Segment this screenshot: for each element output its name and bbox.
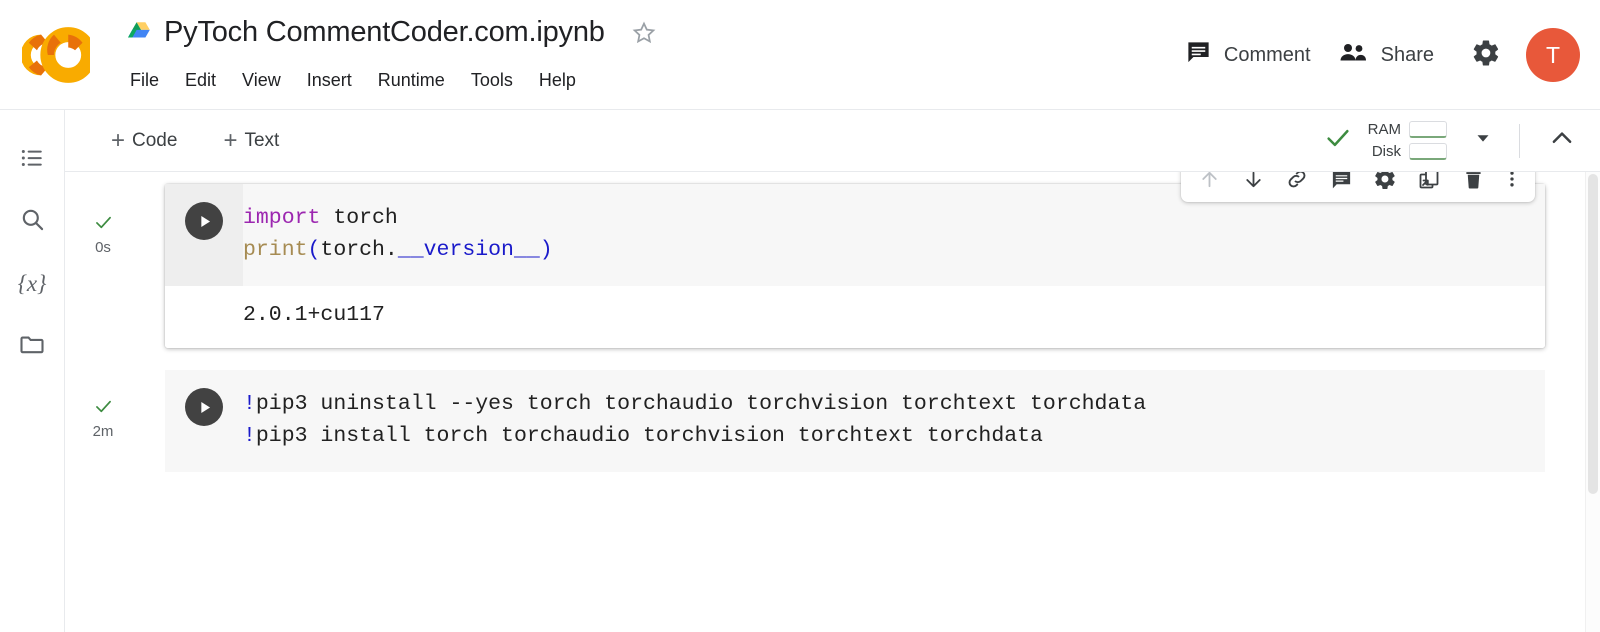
code-token: torch	[320, 206, 398, 230]
cell-wrapper-1: 0s import torch print(torch.__version__)…	[65, 172, 1600, 348]
code-token: __version__	[397, 238, 540, 262]
sidebar-item-files[interactable]	[8, 322, 56, 370]
code-token: import	[243, 206, 321, 230]
people-icon	[1339, 39, 1369, 72]
variables-icon: {x}	[17, 271, 47, 296]
document-title-row: PyToch CommentCoder.com.ipynb	[128, 16, 657, 49]
checkmark-icon	[1323, 123, 1353, 158]
move-cell-down-button[interactable]	[1231, 172, 1275, 198]
chevron-down-icon	[1472, 127, 1494, 154]
add-code-cell-button[interactable]: + Code	[99, 124, 189, 158]
run-cell-button-2[interactable]	[185, 388, 223, 426]
menu-item-edit[interactable]: Edit	[172, 68, 229, 93]
comment-button[interactable]: Comment	[1171, 33, 1325, 78]
checkmark-icon	[81, 212, 125, 237]
cell-code-area-2: !pip3 uninstall --yes torch torchaudio t…	[165, 370, 1545, 472]
ram-meter-row: RAM	[1365, 121, 1447, 138]
move-cell-up-button[interactable]	[1187, 172, 1231, 198]
toolbar-right-group: RAM Disk	[1313, 117, 1600, 164]
drive-icon	[128, 21, 154, 45]
header-actions: Comment Share T	[1171, 28, 1580, 82]
cell-source-2[interactable]: !pip3 uninstall --yes torch torchaudio t…	[243, 370, 1545, 472]
menu-item-insert[interactable]: Insert	[294, 68, 365, 93]
menu-item-file[interactable]: File	[117, 68, 172, 93]
sidebar-item-find-and-replace[interactable]	[8, 198, 56, 246]
code-token: !	[243, 424, 256, 448]
app-header: PyToch CommentCoder.com.ipynb File Edit …	[0, 0, 1600, 110]
add-text-label: Text	[244, 129, 280, 151]
add-code-label: Code	[132, 129, 178, 151]
ram-meter-bar	[1409, 121, 1447, 138]
disk-meter-row: Disk	[1365, 143, 1447, 160]
sidebar-item-variables[interactable]: {x}	[8, 260, 56, 308]
notebook-body: 0s import torch print(torch.__version__)…	[65, 172, 1600, 632]
plus-icon: +	[111, 126, 126, 154]
colab-logo[interactable]	[20, 25, 97, 85]
star-icon[interactable]	[615, 20, 657, 46]
comment-icon	[1185, 39, 1212, 72]
folder-icon	[18, 330, 46, 363]
cell-duration-1: 0s	[95, 239, 111, 256]
comment-label: Comment	[1223, 43, 1311, 66]
copy-link-to-cell-button[interactable]	[1275, 172, 1319, 198]
share-button[interactable]: Share	[1325, 33, 1448, 78]
menu-item-tools[interactable]: Tools	[458, 68, 526, 93]
cell-run-strip-2	[165, 370, 243, 472]
gear-icon	[1471, 38, 1501, 73]
search-icon	[19, 206, 46, 238]
cell-settings-button[interactable]	[1363, 172, 1407, 198]
code-token: !	[243, 392, 256, 416]
share-label: Share	[1380, 43, 1434, 66]
runtime-menu-dropdown-button[interactable]	[1463, 121, 1503, 161]
runtime-resources-indicator[interactable]: RAM Disk	[1313, 117, 1457, 164]
add-text-cell-button[interactable]: + Text	[211, 124, 291, 158]
cell-run-strip-1	[165, 184, 243, 286]
resource-meters: RAM Disk	[1365, 121, 1447, 160]
more-cell-actions-button[interactable]	[1495, 172, 1529, 198]
run-cell-button-1[interactable]	[185, 202, 223, 240]
disk-meter-bar	[1409, 143, 1447, 160]
delete-cell-button[interactable]	[1451, 172, 1495, 198]
play-icon	[195, 398, 214, 417]
mirror-cell-in-tab-button[interactable]	[1407, 172, 1451, 198]
disk-label: Disk	[1371, 143, 1401, 160]
menu-bar: File Edit View Insert Runtime Tools Help	[117, 68, 589, 93]
add-comment-button[interactable]	[1319, 172, 1363, 198]
list-icon	[19, 145, 45, 176]
code-token: )	[539, 238, 553, 262]
collapse-header-button[interactable]	[1542, 121, 1582, 161]
scrollbar-thumb[interactable]	[1588, 174, 1598, 494]
code-token: torch.	[320, 238, 398, 262]
ram-label: RAM	[1367, 121, 1401, 138]
vertical-scrollbar[interactable]	[1585, 172, 1600, 632]
sidebar-item-table-of-contents[interactable]	[8, 136, 56, 184]
settings-button[interactable]	[1464, 33, 1508, 77]
cell-output-1: 2.0.1+cu117	[165, 286, 1545, 348]
cell-action-toolbar	[1181, 172, 1535, 202]
chevron-up-icon	[1547, 123, 1577, 158]
menu-item-view[interactable]: View	[229, 68, 294, 93]
avatar[interactable]: T	[1526, 28, 1580, 82]
menu-item-help[interactable]: Help	[526, 68, 589, 93]
play-icon	[195, 212, 214, 231]
code-cell-2[interactable]: !pip3 uninstall --yes torch torchaudio t…	[165, 370, 1545, 472]
code-token: pip3 uninstall --yes torch torchaudio to…	[255, 392, 1147, 416]
left-sidebar: {x}	[0, 110, 65, 632]
toolbar-divider	[1519, 123, 1520, 158]
cell-execution-status-2: 2m	[81, 396, 125, 441]
cell-duration-2: 2m	[92, 423, 114, 440]
menu-item-runtime[interactable]: Runtime	[365, 68, 458, 93]
cell-wrapper-2: 2m !pip3 uninstall --yes torch torchaudi…	[65, 348, 1600, 472]
notebook-toolbar: + Code + Text RAM Disk	[65, 110, 1600, 172]
plus-icon: +	[223, 126, 238, 154]
checkmark-icon	[81, 396, 125, 421]
code-cell-1[interactable]: import torch print(torch.__version__) 2.…	[165, 172, 1545, 348]
code-token: pip3 install torch torchaudio torchvisio…	[255, 424, 1043, 448]
code-token: (	[307, 238, 321, 262]
page-title[interactable]: PyToch CommentCoder.com.ipynb	[164, 16, 605, 49]
code-token: print	[243, 238, 308, 262]
cell-execution-status-1: 0s	[81, 212, 125, 257]
